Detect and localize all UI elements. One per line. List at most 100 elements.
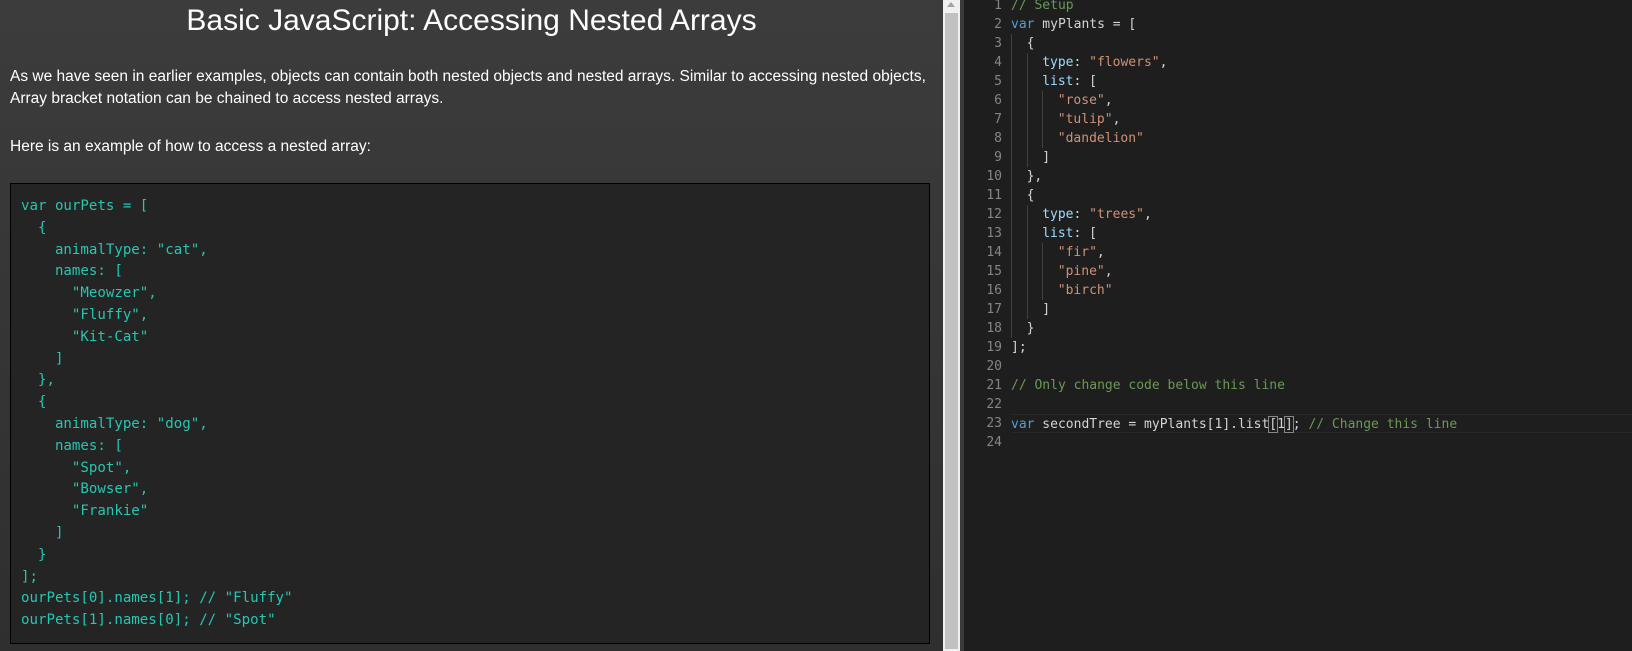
- line-number-gutter: 1 2 3 4 5 6 7 8 9 10 11 12 13 14 15 16 17 18 19 20 21 22 23 24: [964, 0, 1002, 452]
- indent-guide: [1011, 129, 1027, 148]
- code-line[interactable]: type: "trees",: [1011, 205, 1632, 224]
- code-token: 1: [1277, 417, 1285, 432]
- line-number: 4: [994, 55, 1002, 70]
- indent-guide: [1026, 262, 1043, 281]
- code-token: "birch": [1057, 283, 1113, 298]
- indent-guide: [1026, 243, 1043, 262]
- indent-guide: [1042, 262, 1058, 281]
- code-line[interactable]: [1011, 395, 1632, 414]
- code-line[interactable]: list: [: [1011, 72, 1632, 91]
- line-number: 16: [986, 283, 1002, 298]
- indent-guide: [1042, 281, 1058, 300]
- indent-guide: [1042, 110, 1058, 129]
- code-token: ]: [1042, 302, 1051, 317]
- code-line[interactable]: "pine",: [1011, 262, 1632, 281]
- code-line[interactable]: list: [: [1011, 224, 1632, 243]
- line-number: 13: [986, 226, 1002, 241]
- indent-guide: [1042, 129, 1058, 148]
- code-line[interactable]: type: "flowers",: [1011, 53, 1632, 72]
- line-number: 17: [986, 302, 1002, 317]
- line-number: 12: [986, 207, 1002, 222]
- line-number: 8: [994, 131, 1002, 146]
- code-line[interactable]: // Only change code below this line: [1011, 376, 1632, 395]
- instructions-scrollbar[interactable]: [943, 0, 960, 651]
- scrollbar-thumb[interactable]: [945, 13, 958, 649]
- code-token: var: [1011, 417, 1035, 432]
- code-token: var: [1011, 17, 1035, 32]
- code-token: {: [1026, 188, 1035, 203]
- code-line[interactable]: [1011, 357, 1632, 376]
- code-line[interactable]: var secondTree = myPlants[1].list[1]; //…: [1011, 414, 1632, 433]
- indent-guide: [1011, 281, 1027, 300]
- code-line[interactable]: [1011, 433, 1632, 452]
- code-line[interactable]: var myPlants = [: [1011, 15, 1632, 34]
- indent-guide: [1011, 148, 1027, 167]
- line-number: 1: [994, 0, 1002, 13]
- indent-guide: [1026, 281, 1043, 300]
- indent-guide: [1011, 53, 1027, 72]
- code-token: ;: [1292, 417, 1309, 432]
- example-code: var ourPets = [ { animalType: "cat", nam…: [21, 198, 293, 629]
- code-token: ];: [1011, 340, 1027, 355]
- indent-guide: [1011, 110, 1027, 129]
- line-number: 2: [994, 17, 1002, 32]
- example-intro-text: Here is an example of how to access a ne…: [10, 138, 371, 155]
- code-token: ,: [1104, 93, 1113, 108]
- code-token: "rose": [1057, 93, 1105, 108]
- indent-guide: [1011, 167, 1027, 186]
- indent-guide: [1011, 72, 1027, 91]
- code-token: ,: [1143, 207, 1152, 222]
- code-token: type: [1042, 207, 1074, 222]
- indent-guide: [1042, 243, 1058, 262]
- code-token: ,: [1096, 245, 1105, 260]
- code-area[interactable]: // Setup var myPlants = [{type: "flowers"…: [1011, 0, 1632, 452]
- indent-guide: [1011, 224, 1027, 243]
- indent-guide: [1042, 91, 1058, 110]
- indent-guide: [1026, 72, 1043, 91]
- code-line[interactable]: "fir",: [1011, 243, 1632, 262]
- code-line[interactable]: },: [1011, 167, 1632, 186]
- code-token: ,: [1159, 55, 1168, 70]
- code-line[interactable]: // Setup: [1011, 0, 1632, 15]
- indent-guide: [1011, 319, 1027, 338]
- code-line[interactable]: "dandelion": [1011, 129, 1632, 148]
- code-line[interactable]: }: [1011, 319, 1632, 338]
- code-token: "flowers": [1089, 55, 1160, 70]
- code-editor[interactable]: 1 2 3 4 5 6 7 8 9 10 11 12 13 14 15 16 17 18 19 20 21 22 23 24 …: [964, 0, 1632, 651]
- code-line[interactable]: {: [1011, 34, 1632, 53]
- code-token: :: [1073, 55, 1090, 70]
- line-number: 14: [986, 245, 1002, 260]
- code-token: :: [1073, 207, 1090, 222]
- code-line[interactable]: ];: [1011, 338, 1632, 357]
- line-number: 11: [986, 188, 1002, 203]
- code-token: "tulip": [1057, 112, 1113, 127]
- code-token: ,: [1112, 112, 1121, 127]
- code-token: "dandelion": [1057, 131, 1144, 146]
- code-token: type: [1042, 55, 1074, 70]
- example-code-block: var ourPets = [ { animalType: "cat", nam…: [10, 183, 930, 644]
- code-token: [: [1268, 416, 1279, 433]
- line-number: 18: [986, 321, 1002, 336]
- code-line[interactable]: {: [1011, 186, 1632, 205]
- scroll-up-arrow-icon[interactable]: [947, 2, 955, 7]
- code-line[interactable]: "tulip",: [1011, 110, 1632, 129]
- indent-guide: [1026, 53, 1043, 72]
- code-token: list: [1042, 74, 1074, 89]
- code-line[interactable]: "birch": [1011, 281, 1632, 300]
- code-token: ]: [1042, 150, 1051, 165]
- indent-guide: [1011, 186, 1027, 205]
- code-line[interactable]: ]: [1011, 148, 1632, 167]
- line-number: 10: [986, 169, 1002, 184]
- line-number: 3: [994, 36, 1002, 51]
- line-number: 22: [986, 397, 1002, 412]
- line-number: 9: [994, 150, 1002, 165]
- indent-guide: [1026, 224, 1043, 243]
- code-line[interactable]: "rose",: [1011, 91, 1632, 110]
- code-token: // Change this line: [1308, 417, 1458, 432]
- code-line[interactable]: ]: [1011, 300, 1632, 319]
- indent-guide: [1011, 205, 1027, 224]
- code-token: : [: [1073, 74, 1097, 89]
- lesson-intro-text: As we have seen in earlier examples, obj…: [10, 68, 926, 107]
- line-number: 5: [994, 74, 1002, 89]
- indent-guide: [1011, 91, 1027, 110]
